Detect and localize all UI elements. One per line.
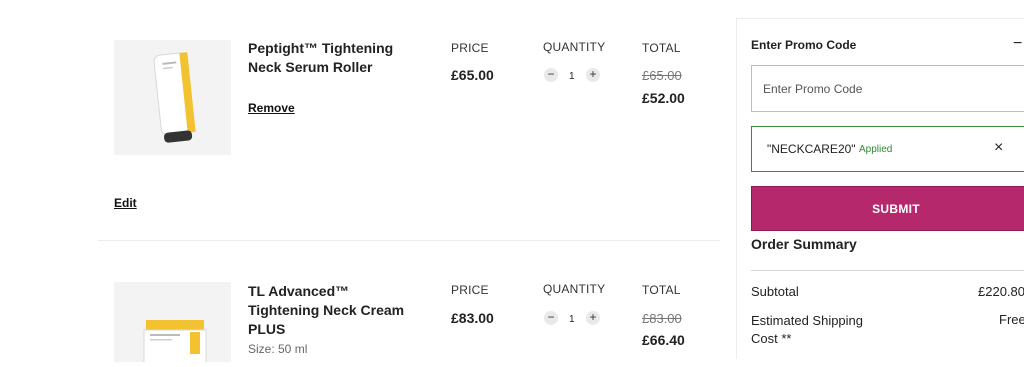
quantity-value: 1	[569, 314, 575, 325]
product-name[interactable]: TL Advanced™ Tightening Neck Cream PLUS	[248, 282, 418, 339]
total-header: TOTAL	[642, 41, 681, 55]
submit-button[interactable]: SUBMIT	[751, 186, 1024, 231]
discounted-total: £52.00	[642, 90, 685, 106]
serum-roller-tube-icon	[153, 52, 196, 143]
promo-code-input[interactable]	[751, 65, 1024, 112]
remove-code-button[interactable]: ×	[994, 139, 1003, 157]
minus-icon: −	[547, 310, 555, 324]
edit-button[interactable]: Edit	[114, 196, 137, 210]
neck-cream-jar-icon	[143, 320, 207, 367]
quantity-decrease-button[interactable]: −	[544, 311, 558, 325]
plus-icon: +	[589, 67, 597, 81]
order-summary-heading: Order Summary	[751, 236, 857, 252]
shipping-label: Estimated Shipping Cost **	[751, 312, 863, 348]
collapse-promo-icon[interactable]: −	[1013, 35, 1022, 53]
remove-button[interactable]: Remove	[248, 101, 295, 115]
close-icon: ×	[994, 139, 1004, 156]
subtotal-label: Subtotal	[751, 284, 799, 299]
summary-divider	[751, 270, 1024, 271]
shipping-label-line-1: Estimated Shipping	[751, 313, 864, 328]
item-divider	[98, 240, 720, 241]
product-image-neck-cream[interactable]	[114, 282, 231, 367]
quantity-decrease-button[interactable]: −	[544, 68, 558, 82]
quantity-increase-button[interactable]: +	[586, 68, 600, 82]
price-header: PRICE	[451, 283, 489, 297]
quantity-header: QUANTITY	[543, 282, 606, 296]
quantity-value: 1	[569, 71, 575, 82]
original-total: £65.00	[642, 68, 682, 83]
quantity-header: QUANTITY	[543, 40, 606, 54]
unit-price: £65.00	[451, 67, 494, 83]
subtotal-value: £220.80	[978, 284, 1024, 299]
promo-heading[interactable]: Enter Promo Code	[751, 38, 856, 52]
product-name[interactable]: Peptight™ Tightening Neck Serum Roller	[248, 39, 418, 77]
unit-price: £83.00	[451, 310, 494, 326]
shipping-label-line-2: Cost **	[751, 331, 792, 346]
plus-icon: +	[589, 310, 597, 324]
quantity-increase-button[interactable]: +	[586, 311, 600, 325]
price-header: PRICE	[451, 41, 489, 55]
discounted-total: £66.40	[642, 332, 685, 348]
total-header: TOTAL	[642, 283, 681, 297]
applied-label: Applied	[859, 144, 893, 155]
original-total: £83.00	[642, 311, 682, 326]
shipping-value: Free	[999, 312, 1024, 327]
product-image-serum-roller[interactable]	[114, 40, 231, 155]
applied-code: "NECKCARE20"	[767, 142, 856, 156]
minus-icon: −	[547, 67, 555, 81]
